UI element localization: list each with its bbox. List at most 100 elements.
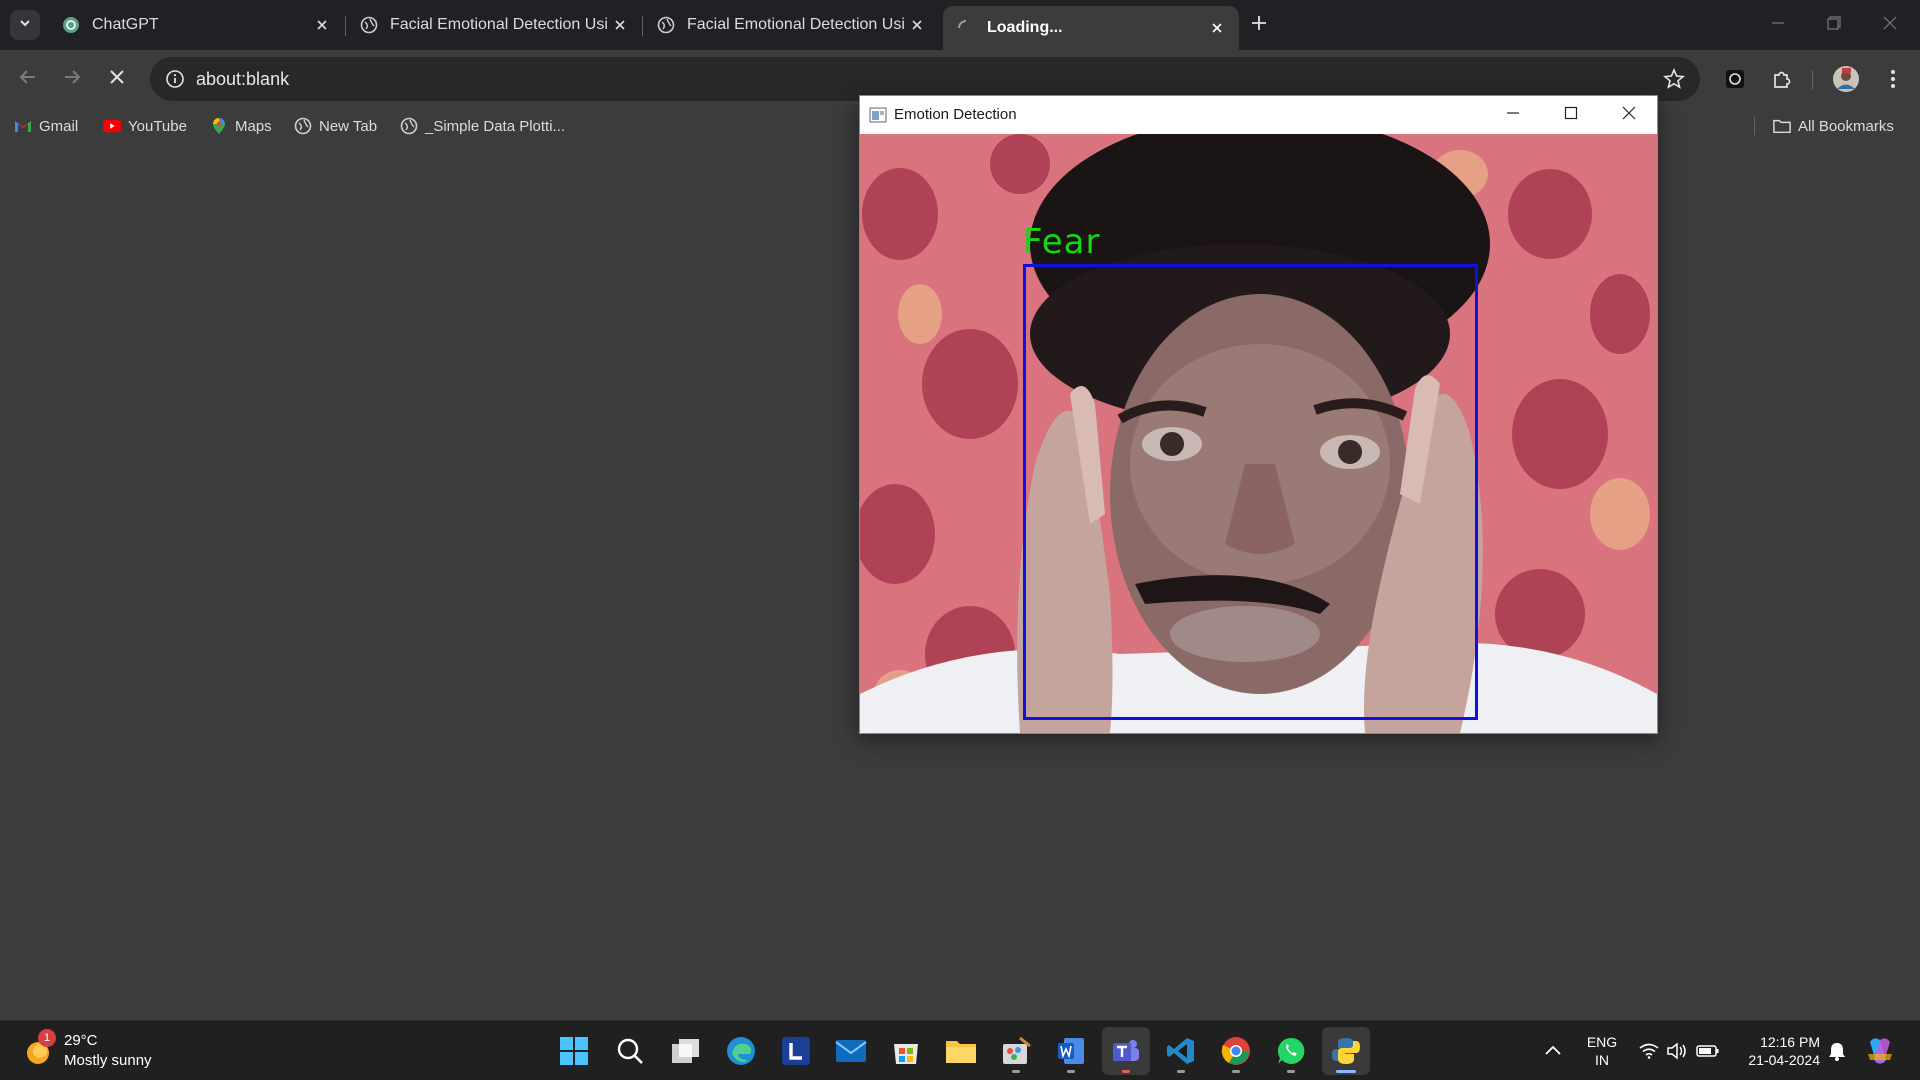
window-title-bar[interactable]: Emotion Detection	[860, 96, 1657, 134]
arrow-right-icon	[62, 67, 82, 92]
python-icon[interactable]	[1322, 1027, 1370, 1075]
active-window-indicator	[1336, 1070, 1356, 1073]
tab-loading[interactable]: Loading...	[943, 6, 1239, 50]
wifi-icon[interactable]	[1636, 1033, 1662, 1069]
tab-search-button[interactable]	[10, 10, 40, 40]
new-tab-button[interactable]	[1246, 12, 1272, 38]
vscode-icon[interactable]	[1157, 1027, 1205, 1075]
close-icon	[109, 69, 125, 90]
chatgpt-icon	[62, 16, 80, 34]
bookmark-gmail[interactable]: Gmail	[14, 115, 78, 137]
l-app-icon[interactable]	[772, 1027, 820, 1075]
forward-button[interactable]	[54, 61, 90, 97]
chevron-down-icon	[18, 16, 32, 35]
stop-loading-button[interactable]	[99, 61, 135, 97]
tab-chatgpt[interactable]: ChatGPT	[48, 8, 344, 42]
bookmark-label: Gmail	[39, 117, 79, 135]
close-tab-icon[interactable]	[610, 15, 630, 35]
show-hidden-icons-button[interactable]	[1538, 1033, 1568, 1069]
task-view-icon[interactable]	[662, 1027, 710, 1075]
copilot-icon[interactable]	[1862, 1033, 1898, 1069]
running-indicator	[1232, 1070, 1240, 1073]
globe-icon	[294, 117, 312, 135]
window-title: Emotion Detection	[894, 106, 1017, 123]
folder-icon	[1773, 117, 1791, 135]
tab-facial-detection-1[interactable]: Facial Emotional Detection Usi	[346, 8, 642, 42]
profile-avatar[interactable]	[1831, 64, 1861, 94]
store-icon[interactable]	[882, 1027, 930, 1075]
running-indicator	[1067, 1070, 1075, 1073]
tab-title: Facial Emotional Detection Usi	[390, 16, 608, 33]
language-indicator[interactable]: ENG IN	[1580, 1033, 1624, 1069]
address-text[interactable]: about:blank	[196, 69, 289, 90]
close-tab-icon[interactable]	[1207, 18, 1227, 38]
window-close-button[interactable]	[1600, 96, 1658, 134]
emotion-detection-window[interactable]: Emotion Detection Fear	[859, 95, 1658, 734]
edge-icon[interactable]	[717, 1027, 765, 1075]
face-bounding-box	[1023, 264, 1478, 720]
mail-icon[interactable]	[827, 1027, 875, 1075]
close-icon	[1622, 106, 1636, 125]
bookmark-simple-data-plotting[interactable]: _Simple Data Plotti...	[400, 115, 565, 137]
toolbar-separator	[1812, 70, 1813, 90]
volume-icon[interactable]	[1664, 1033, 1690, 1069]
bookmark-label: Maps	[235, 117, 272, 135]
battery-icon[interactable]	[1694, 1033, 1722, 1069]
more-menu-icon[interactable]	[1878, 64, 1908, 94]
weather-notification-badge: 1	[38, 1029, 56, 1047]
all-bookmarks-label: All Bookmarks	[1798, 117, 1894, 135]
webcam-frame: Fear	[860, 134, 1657, 733]
notifications-bell-icon[interactable]	[1824, 1033, 1850, 1069]
plus-icon	[1251, 15, 1267, 36]
clock-date: 21-04-2024	[1748, 1052, 1820, 1068]
minimize-window-button[interactable]	[1750, 0, 1806, 50]
file-explorer-icon[interactable]	[937, 1027, 985, 1075]
bookmark-youtube[interactable]: YouTube	[103, 115, 187, 137]
bookmark-new-tab[interactable]: New Tab	[294, 115, 377, 137]
youtube-icon	[103, 117, 121, 135]
gmail-icon	[14, 117, 32, 135]
system-clock[interactable]: 12:16 PM 21-04-2024	[1730, 1033, 1820, 1069]
weather-widget[interactable]: 1 29°C Mostly sunny	[24, 1029, 152, 1073]
minimize-icon	[1771, 16, 1785, 35]
restore-window-button[interactable]	[1806, 0, 1862, 50]
globe-icon	[400, 117, 418, 135]
bookmark-label: YouTube	[128, 117, 187, 135]
clock-time: 12:16 PM	[1760, 1034, 1820, 1050]
site-info-icon[interactable]	[162, 66, 188, 92]
bookmark-star-icon[interactable]	[1662, 67, 1686, 91]
windows-taskbar: 1 29°C Mostly sunny ENG IN 12:16 PM 21-0…	[0, 1020, 1920, 1080]
whatsapp-icon[interactable]	[1267, 1027, 1315, 1075]
bookmark-maps[interactable]: Maps	[210, 115, 272, 137]
globe-icon	[657, 16, 675, 34]
running-indicator	[1012, 1070, 1020, 1073]
bookmark-label: _Simple Data Plotti...	[425, 117, 566, 135]
close-tab-icon[interactable]	[907, 15, 927, 35]
teams-icon[interactable]	[1102, 1027, 1150, 1075]
paint-icon[interactable]	[992, 1027, 1040, 1075]
tab-facial-detection-2[interactable]: Facial Emotional Detection Usi	[643, 8, 939, 42]
tab-title: Facial Emotional Detection Usi	[687, 16, 905, 33]
search-icon[interactable]	[606, 1027, 654, 1075]
globe-icon	[360, 16, 378, 34]
region-code: IN	[1595, 1052, 1609, 1068]
back-button[interactable]	[10, 61, 46, 97]
restore-icon	[1827, 15, 1841, 35]
close-tab-icon[interactable]	[312, 15, 332, 35]
close-window-button[interactable]	[1862, 0, 1918, 50]
tab-title: ChatGPT	[92, 16, 159, 33]
chrome-icon[interactable]	[1212, 1027, 1260, 1075]
windows-start-icon[interactable]	[550, 1027, 598, 1075]
window-minimize-button[interactable]	[1484, 96, 1542, 134]
window-maximize-button[interactable]	[1542, 96, 1600, 134]
window-app-icon	[869, 107, 887, 123]
word-icon[interactable]	[1047, 1027, 1095, 1075]
bookmarks-separator	[1754, 117, 1755, 135]
arrow-left-icon	[18, 67, 38, 92]
chevron-up-icon	[1545, 1042, 1561, 1060]
extension-icon[interactable]	[1720, 64, 1750, 94]
weather-temperature: 29°C	[64, 1032, 98, 1049]
all-bookmarks-button[interactable]: All Bookmarks	[1773, 115, 1894, 137]
extensions-puzzle-icon[interactable]	[1767, 64, 1797, 94]
weather-condition: Mostly sunny	[64, 1052, 152, 1069]
